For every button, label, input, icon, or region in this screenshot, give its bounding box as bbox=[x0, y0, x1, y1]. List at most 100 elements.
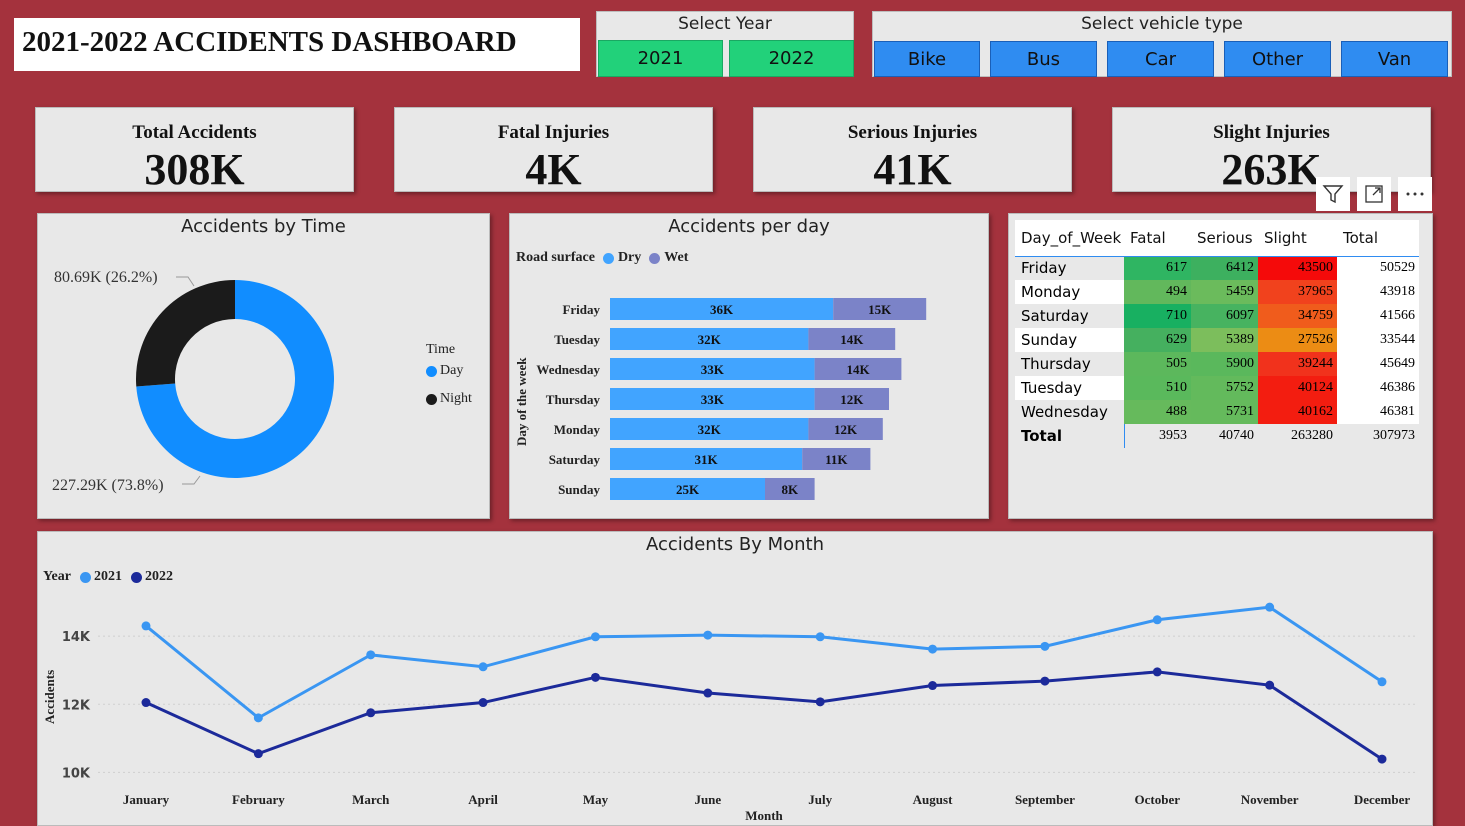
data-point-2021 bbox=[590, 632, 600, 642]
y-tick-label: Thursday bbox=[546, 392, 601, 407]
column-header[interactable]: Day_of_Week bbox=[1015, 220, 1124, 257]
table-cell-day: Sunday bbox=[1015, 328, 1124, 352]
kpi-serious-injuries: Serious Injuries 41K bbox=[753, 107, 1072, 194]
table-row[interactable]: Thursday 505 5900 39244 45649 bbox=[1015, 352, 1419, 376]
table-cell: 43500 bbox=[1258, 256, 1337, 280]
bar-data-label: 15K bbox=[868, 302, 892, 317]
vehicle-bus-button[interactable]: Bus bbox=[990, 41, 1097, 77]
table-row[interactable]: Wednesday 488 5731 40162 46381 bbox=[1015, 400, 1419, 424]
table-cell: 6097 bbox=[1191, 304, 1258, 328]
data-point-2021 bbox=[141, 621, 151, 631]
table-cell: 5389 bbox=[1191, 328, 1258, 352]
x-tick-label: July bbox=[808, 792, 832, 807]
bar-data-label: 12K bbox=[834, 422, 858, 437]
y-tick-label: 10K bbox=[62, 766, 91, 781]
table-cell: 488 bbox=[1124, 400, 1191, 424]
year-2022-button[interactable]: 2022 bbox=[729, 40, 854, 77]
filter-icon[interactable] bbox=[1316, 177, 1350, 211]
data-point-2022 bbox=[366, 708, 376, 718]
table-cell: 33544 bbox=[1337, 328, 1419, 352]
bar-chart: Day of the week Friday 36K 15K Tuesday 32K 14K… bbox=[514, 298, 927, 500]
x-tick-label: March bbox=[352, 792, 390, 807]
bar-data-label: 36K bbox=[710, 302, 734, 317]
data-point-2022 bbox=[815, 697, 825, 707]
vehicle-van-button[interactable]: Van bbox=[1341, 41, 1448, 77]
table-cell: 34759 bbox=[1258, 304, 1337, 328]
y-axis-label: Accidents bbox=[42, 670, 57, 724]
column-header[interactable]: Slight bbox=[1258, 220, 1337, 257]
line-chart: 10K 12K 14K Accidents Month January February Ma… bbox=[42, 602, 1418, 823]
table-cell-day: Wednesday bbox=[1015, 400, 1124, 424]
donut-chart: 80.69K (26.2%) 227.29K (73.8%) bbox=[52, 269, 334, 494]
data-point-2022 bbox=[141, 698, 151, 708]
table-cell-day: Thursday bbox=[1015, 352, 1124, 376]
data-point-2022 bbox=[478, 698, 488, 708]
kpi-fatal-injuries: Fatal Injuries 4K bbox=[394, 107, 713, 194]
table-cell: 5752 bbox=[1191, 376, 1258, 400]
vehicle-slicer: Select vehicle type Bike Bus Car Other V… bbox=[872, 11, 1452, 77]
column-header[interactable]: Fatal bbox=[1124, 220, 1191, 257]
donut-data-label: 227.29K (73.8%) bbox=[52, 477, 164, 494]
total-cell: 3953 bbox=[1123, 424, 1191, 448]
y-axis-label: Day of the week bbox=[514, 357, 529, 446]
data-point-2021 bbox=[478, 662, 488, 672]
table-row[interactable]: Monday 494 5459 37965 43918 bbox=[1015, 280, 1419, 304]
y-tick-label: Friday bbox=[562, 302, 600, 317]
table-row[interactable]: Friday 617 6412 43500 50529 bbox=[1015, 256, 1419, 280]
accidents-by-month-panel: Accidents By Month Year 2021 2022 10K 12K… bbox=[37, 531, 1433, 826]
column-header[interactable]: Total bbox=[1337, 220, 1419, 257]
donut-leader-line bbox=[176, 276, 195, 287]
donut-data-label: 80.69K (26.2%) bbox=[54, 269, 158, 286]
vehicle-bike-button[interactable]: Bike bbox=[874, 41, 980, 77]
vehicle-other-button[interactable]: Other bbox=[1224, 41, 1331, 77]
x-tick-label: September bbox=[1015, 792, 1075, 807]
focus-mode-icon[interactable] bbox=[1357, 177, 1391, 211]
series-line-2022 bbox=[145, 670, 1383, 761]
data-point-2021 bbox=[1152, 615, 1162, 625]
kpi-value: 308K bbox=[144, 145, 245, 194]
data-point-2022 bbox=[1265, 680, 1275, 690]
x-tick-label: November bbox=[1241, 792, 1299, 807]
data-point-2021 bbox=[815, 632, 825, 642]
page-title: 2021-2022 ACCIDENTS DASHBOARD bbox=[22, 26, 517, 58]
x-tick-label: August bbox=[913, 792, 953, 807]
y-tick-label: Monday bbox=[554, 422, 601, 437]
kpi-total-accidents: Total Accidents 308K bbox=[35, 107, 354, 194]
y-tick-label: Saturday bbox=[549, 452, 601, 467]
y-tick-label: Wednesday bbox=[536, 362, 600, 377]
table-cell: 40162 bbox=[1258, 400, 1337, 424]
table-cell-day: Tuesday bbox=[1015, 376, 1124, 400]
legend-dot-day bbox=[426, 365, 437, 377]
bar-data-label: 12K bbox=[840, 392, 864, 407]
table-row[interactable]: Sunday 629 5389 27526 33544 bbox=[1015, 328, 1419, 352]
table-cell: 510 bbox=[1124, 376, 1191, 400]
kpi-value: 41K bbox=[873, 145, 952, 194]
severity-matrix-panel: Day_of_Week Fatal Serious Slight Total F… bbox=[1008, 213, 1433, 519]
table-row[interactable]: Saturday 710 6097 34759 41566 bbox=[1015, 304, 1419, 328]
table-cell: 46386 bbox=[1337, 376, 1419, 400]
table-cell-day: Saturday bbox=[1015, 304, 1124, 328]
table-cell-day: Friday bbox=[1015, 256, 1124, 280]
data-point-2022 bbox=[703, 688, 713, 698]
year-2021-button[interactable]: 2021 bbox=[598, 40, 723, 77]
x-tick-label: December bbox=[1354, 792, 1411, 807]
series-line-2021 bbox=[145, 605, 1383, 720]
bar-data-label: 25K bbox=[676, 482, 700, 497]
bar-data-label: 33K bbox=[701, 392, 725, 407]
total-cell: 40740 bbox=[1191, 424, 1258, 448]
table-cell: 5459 bbox=[1191, 280, 1258, 304]
vehicle-car-button[interactable]: Car bbox=[1107, 41, 1214, 77]
column-header[interactable]: Serious bbox=[1191, 220, 1258, 257]
more-options-icon[interactable] bbox=[1398, 177, 1432, 211]
bar-data-label: 11K bbox=[825, 452, 848, 467]
accidents-per-day-panel: Accidents per day Road surface Dry Wet D… bbox=[509, 213, 989, 519]
table-cell: 5900 bbox=[1191, 352, 1258, 376]
data-point-2022 bbox=[1040, 676, 1050, 686]
table-cell: 45649 bbox=[1337, 352, 1419, 376]
table-row[interactable]: Tuesday 510 5752 40124 46386 bbox=[1015, 376, 1419, 400]
visual-header bbox=[1316, 177, 1433, 212]
severity-matrix: Day_of_Week Fatal Serious Slight Total F… bbox=[1015, 220, 1419, 448]
legend-item-day: Day bbox=[426, 363, 463, 379]
data-point-2022 bbox=[928, 681, 938, 691]
year-slicer: Select Year 2021 2022 bbox=[596, 11, 854, 77]
